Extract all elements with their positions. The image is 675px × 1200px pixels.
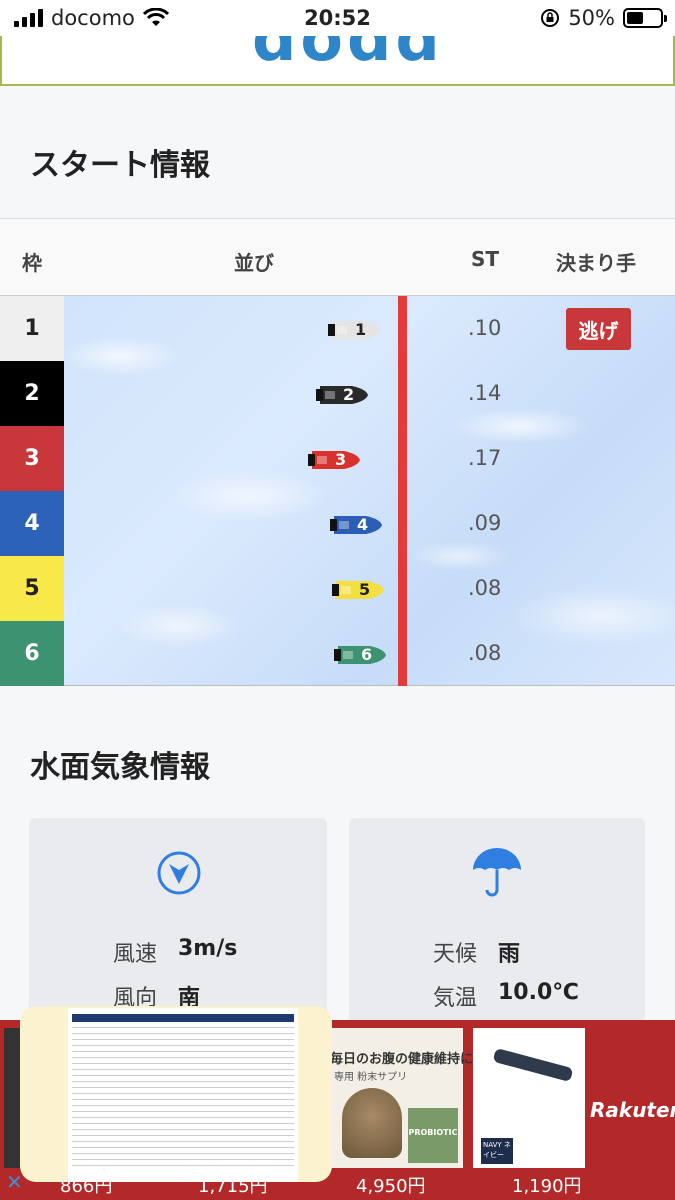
kimarite-badge: 逃げ	[566, 308, 631, 350]
boat-icon: 2	[316, 383, 368, 407]
table-row: 4 4.09	[0, 491, 675, 556]
table-row: 3 3.17	[0, 426, 675, 491]
waku-cell: 3	[0, 426, 64, 491]
ad-product-3-badge: PROBIOTIC	[408, 1108, 458, 1163]
video-overlay[interactable]	[20, 1006, 332, 1182]
st-value: .09	[468, 511, 502, 535]
ad-product-3-headline: 毎日のお腹の健康維持に	[330, 1052, 474, 1067]
cat-image	[342, 1088, 402, 1158]
waku-cell: 6	[0, 621, 64, 686]
battery-icon	[623, 8, 667, 28]
col-st: ST	[471, 247, 500, 271]
waku-cell: 4	[0, 491, 64, 556]
battery-percent: 50%	[568, 6, 615, 30]
col-narabi: 並び	[234, 251, 274, 275]
waku-cell: 5	[0, 556, 64, 621]
start-info-title: スタート情報	[30, 148, 210, 183]
boat-number: 2	[343, 385, 355, 404]
orientation-lock-icon	[541, 9, 560, 27]
ranking-document-thumbnail	[68, 1008, 298, 1182]
boat-icon: 1	[328, 318, 380, 342]
weather-title: 水面気象情報	[30, 750, 210, 785]
start-info-table: 枠 並び ST 決まり手 1 1.10 逃げ 2 2.14 3 3.17 4 4.09 5 5.08…	[0, 218, 675, 686]
table-row: 1 1 .10 逃げ	[0, 296, 675, 361]
table-row: 6 6.08	[0, 621, 675, 686]
waku-cell: 1	[0, 296, 64, 361]
table-row: 5 5.08	[0, 556, 675, 621]
boat-icon: 3	[308, 448, 360, 472]
st-value: .17	[468, 446, 502, 470]
st-value: .08	[468, 576, 502, 600]
boat-number: 4	[357, 515, 369, 534]
boat-icon: 6	[334, 643, 386, 667]
waku-cell: 2	[0, 361, 64, 426]
wind-card: 風速 3m/s 風向 南	[29, 818, 327, 1038]
boat-number: 1	[355, 320, 367, 339]
site-logo-banner[interactable]: dodd	[0, 36, 675, 86]
boat-number: 3	[335, 450, 347, 469]
table-header: 枠 並び ST 決まり手	[0, 218, 675, 296]
st-value: .14	[468, 381, 502, 405]
temperature-label: 気温	[433, 986, 478, 1011]
status-bar: docomo 20:52 50%	[0, 0, 675, 36]
umbrella-icon	[473, 848, 521, 897]
wind-direction-icon	[157, 851, 201, 895]
ad-product-3[interactable]: 毎日のお腹の健康維持に 専用 粉末サプリ PROBIOTIC	[328, 1028, 473, 1168]
water-area: 1 1.10 逃げ 2 2.14 3 3.17 4 4.09 5 5.08 6 6.08	[0, 296, 675, 686]
boat-number: 5	[359, 580, 371, 599]
ad-product-4-badge: NAVY ネイビー	[481, 1138, 513, 1164]
ad-price-4: 1,190円	[512, 1176, 582, 1197]
col-kimarite: 決まり手	[556, 251, 636, 275]
weather-value: 雨	[498, 942, 521, 967]
table-row: 2 2.14	[0, 361, 675, 426]
st-value: .10	[468, 316, 502, 340]
site-logo: dodd	[252, 36, 444, 75]
boat-icon: 4	[330, 513, 382, 537]
temperature-value: 10.0℃	[498, 980, 579, 1005]
boat-number: 6	[361, 645, 373, 664]
col-waku: 枠	[22, 251, 42, 275]
ad-product-3-subtext: 専用 粉末サプリ	[334, 1072, 408, 1083]
boat-icon: 5	[332, 578, 384, 602]
ad-price-3: 4,950円	[356, 1176, 426, 1197]
sky-card: 天候 雨 気温 10.0℃	[349, 818, 645, 1038]
wind-speed-value: 3m/s	[178, 936, 238, 961]
st-value: .08	[468, 641, 502, 665]
strap-image	[492, 1047, 574, 1083]
rakuten-logo: Rakuten	[590, 1098, 675, 1122]
wind-speed-label: 風速	[113, 942, 158, 967]
ad-product-4[interactable]: NAVY ネイビー	[473, 1028, 585, 1168]
weather-label: 天候	[433, 942, 478, 967]
